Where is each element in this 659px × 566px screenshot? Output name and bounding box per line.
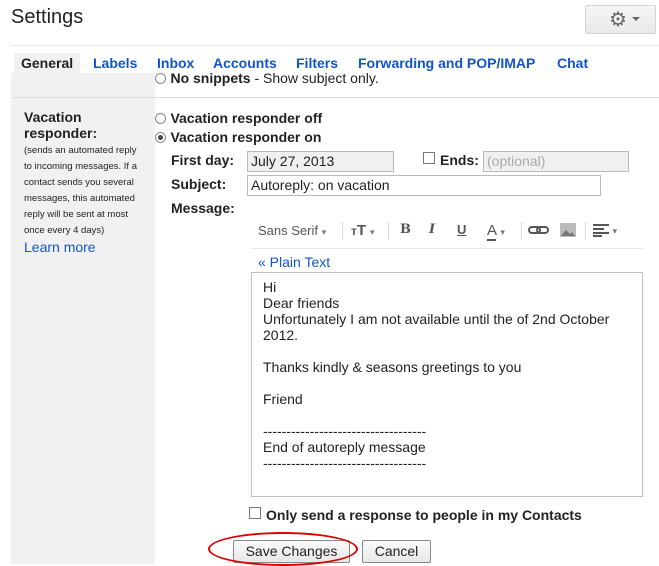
plain-text-link[interactable]: « Plain Text <box>258 254 330 270</box>
toolbar-divider <box>585 222 586 240</box>
image-icon <box>560 223 576 237</box>
message-line: Friend <box>263 391 303 407</box>
vacation-off-row[interactable]: Vacation responder off <box>155 110 322 128</box>
page-title: Settings <box>11 6 84 28</box>
contacts-only-label: Only send a response to people in my Con… <box>266 507 582 523</box>
no-snippets-radio[interactable] <box>155 73 166 84</box>
tab-chat[interactable]: Chat <box>557 53 588 73</box>
message-line: Unfortunately I am not available until t… <box>263 311 610 327</box>
subject-label: Subject: <box>171 176 227 192</box>
ends-checkbox[interactable] <box>423 152 435 164</box>
first-day-input[interactable]: July 27, 2013 <box>247 151 394 172</box>
tab-accounts[interactable]: Accounts <box>213 53 277 73</box>
tab-inbox[interactable]: Inbox <box>157 53 194 73</box>
align-left-icon <box>593 224 609 237</box>
message-line: ----------------------------------- <box>263 423 427 439</box>
no-snippets-desc: - Show subject only. <box>250 73 379 86</box>
row-divider <box>11 97 659 98</box>
first-day-label: First day: <box>171 152 235 168</box>
vacation-on-radio[interactable] <box>155 132 166 143</box>
font-size-button[interactable]: тT ▾ <box>351 222 374 239</box>
formatting-toolbar: Sans Serif ▾ тT ▾ B I U A ▾ ▾ <box>251 214 643 249</box>
no-snippets-label: No snippets <box>170 73 251 86</box>
chevron-down-icon: ▾ <box>369 227 375 237</box>
cancel-button[interactable]: Cancel <box>362 540 431 563</box>
vacation-responder-desc: (sends an automated reply to incoming me… <box>24 145 137 236</box>
underline-button[interactable]: U <box>457 222 466 237</box>
font-family-select[interactable]: Sans Serif ▾ <box>258 223 326 238</box>
ends-date-input[interactable]: (optional) <box>483 151 629 172</box>
message-line: Hi <box>263 279 277 295</box>
chevron-down-icon: ▾ <box>500 227 505 237</box>
vacation-off-label: Vacation responder off <box>170 110 323 126</box>
tab-forwarding-pop-imap[interactable]: Forwarding and POP/IMAP <box>358 53 535 73</box>
italic-button[interactable]: I <box>429 222 435 237</box>
vacation-responder-heading: Vacation responder: <box>24 109 98 141</box>
text-color-button[interactable]: A ▾ <box>487 222 505 241</box>
snippets-row: No snippets - Show subject only. <box>145 73 445 91</box>
tab-general[interactable]: General <box>14 53 81 73</box>
vacation-on-label: Vacation responder on <box>170 129 322 145</box>
toolbar-divider <box>521 222 522 240</box>
message-line: Thanks kindly & seasons greetings to you <box>263 359 522 375</box>
toolbar-divider <box>388 222 389 240</box>
message-line: Dear friends <box>263 295 340 311</box>
bold-button[interactable]: B <box>400 222 411 237</box>
align-button[interactable]: ▾ <box>593 223 617 240</box>
text-color-icon: A <box>487 222 497 241</box>
toolbar-divider <box>342 222 343 240</box>
settings-gear-button[interactable]: ⚙ <box>585 5 656 34</box>
chevron-down-icon: ▾ <box>321 227 327 237</box>
message-line: ----------------------------------- <box>263 455 427 471</box>
ends-label: Ends: <box>440 152 479 168</box>
chevron-down-icon <box>632 17 640 21</box>
link-icon <box>528 226 549 234</box>
highlight-annotation <box>208 532 358 566</box>
insert-image-button[interactable] <box>559 221 577 242</box>
chevron-down-icon: ▾ <box>612 226 618 236</box>
vacation-on-row[interactable]: Vacation responder on <box>155 129 321 147</box>
link-button[interactable] <box>528 221 550 242</box>
tab-filters[interactable]: Filters <box>296 53 338 73</box>
settings-tabs: General Labels Inbox Accounts Filters Fo… <box>11 53 659 73</box>
tab-labels[interactable]: Labels <box>93 53 137 73</box>
font-family-label: Sans Serif <box>258 223 318 238</box>
vacation-off-radio[interactable] <box>155 113 166 124</box>
message-line: 2012. <box>263 327 299 343</box>
header-divider <box>11 45 659 46</box>
vacation-label-col: Vacation responder: (sends an automated … <box>24 109 144 255</box>
learn-more-link[interactable]: Learn more <box>24 239 144 255</box>
message-label: Message: <box>171 200 235 216</box>
contacts-only-checkbox[interactable] <box>249 507 261 519</box>
gear-icon: ⚙ <box>609 9 627 31</box>
message-line: End of autoreply message <box>263 439 426 455</box>
subject-input[interactable]: Autoreply: on vacation <box>247 175 601 196</box>
message-editor[interactable]: Hi Dear friends Unfortunately I am not a… <box>251 272 643 497</box>
